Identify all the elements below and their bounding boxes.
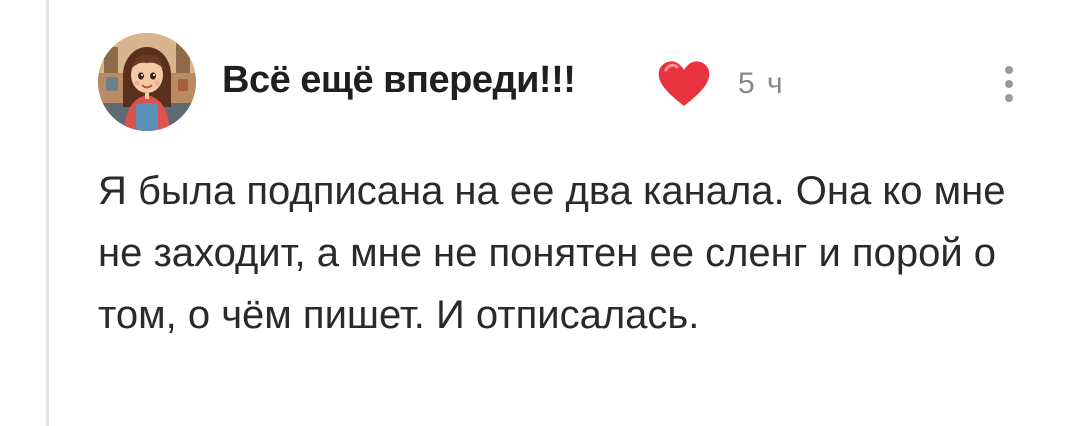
cartoon-girl-avatar-icon bbox=[98, 33, 196, 131]
author-name[interactable]: Всё ещё впереди!!! bbox=[222, 56, 576, 104]
more-options-button[interactable] bbox=[992, 60, 1026, 108]
red-heart-icon bbox=[658, 61, 710, 106]
comment: Всё ещё впереди!!! 5 ч Я была подписана … bbox=[0, 0, 1080, 426]
kebab-menu-icon bbox=[1005, 66, 1013, 74]
avatar[interactable] bbox=[98, 33, 196, 131]
comment-timestamp: 5 ч bbox=[738, 67, 785, 100]
comment-text: Я была подписана на ее два канала. Она к… bbox=[98, 169, 1006, 337]
kebab-menu-icon bbox=[1005, 80, 1013, 88]
kebab-menu-icon bbox=[1005, 94, 1013, 102]
